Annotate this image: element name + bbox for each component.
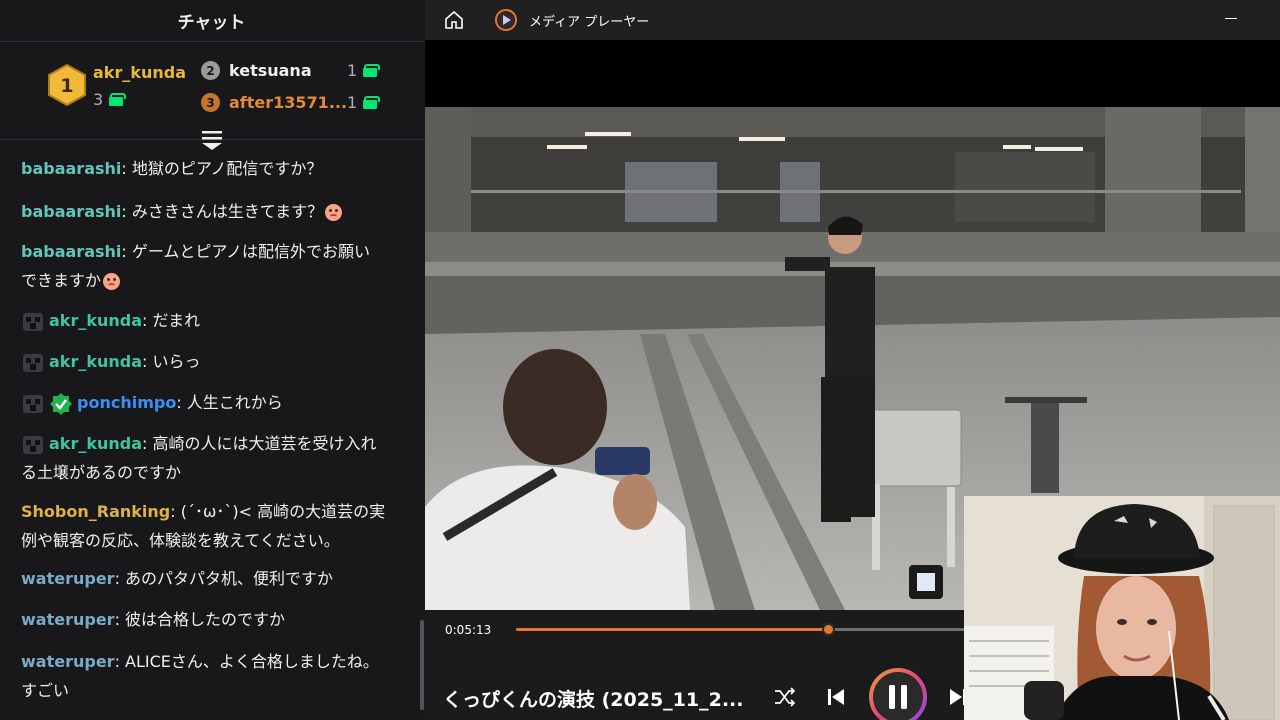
creeper-badge-icon: [23, 394, 43, 413]
chat-message: babaarashi: ゲームとピアノは配信外でお願い できますか: [21, 242, 370, 290]
chat-message: babaarashi: 地獄のピアノ配信ですか？: [21, 159, 323, 178]
chat-message: wateruper: あのパタパタ机、便利ですか: [21, 569, 334, 588]
chat-message: wateruper: 彼は合格したのですか: [21, 610, 286, 629]
previous-icon[interactable]: [825, 686, 847, 708]
chat-username[interactable]: wateruper: [21, 652, 115, 671]
collapse-leaderboard-icon[interactable]: [198, 128, 226, 152]
gift-count-2: 1: [347, 61, 358, 80]
chat-header: チャット: [0, 0, 425, 42]
chat-title: チャット: [177, 13, 246, 33]
chat-username[interactable]: wateruper: [21, 610, 115, 629]
chat-message: wateruper: ALICEさん、よく合格しましたね。 すごい: [21, 652, 379, 700]
chat-username[interactable]: babaarashi: [21, 202, 121, 221]
rank-3-badge-icon: 3: [201, 93, 220, 112]
svg-text:1: 1: [60, 75, 73, 97]
home-icon[interactable]: [444, 10, 464, 30]
chat-text: あのパタパタ机、便利ですか: [125, 569, 334, 588]
chat-scrollbar[interactable]: [420, 620, 424, 710]
leaderboard-count-1: 3: [93, 90, 127, 109]
seek-thumb[interactable]: [821, 623, 835, 636]
chat-username[interactable]: Shobon_Ranking: [21, 502, 170, 521]
minimize-icon[interactable]: [1225, 18, 1237, 19]
gift-count-3: 1: [347, 93, 358, 112]
chat-message: akr_kunda: だまれ: [21, 306, 399, 335]
rank-2-badge-icon: 2: [201, 61, 220, 80]
chat-username[interactable]: wateruper: [21, 569, 115, 588]
gift-leaderboard: 1 akr_kunda 3 2 ketsuana 1 3 after13571.…: [0, 43, 425, 140]
media-title: くっぴくんの演技 (2025_11_2...: [443, 689, 744, 711]
chat-text: (´･ω･`)< 高崎の大道芸の実: [180, 502, 386, 521]
chat-message: akr_kunda: 高崎の人には大道芸を受け入れ る土壌があるのですか: [21, 434, 377, 482]
gift-icon: [109, 93, 127, 106]
chat-username[interactable]: ponchimpo: [77, 393, 176, 412]
chat-text-continued: る土壌があるのですか: [21, 463, 182, 482]
chat-text-continued: できますか: [21, 271, 102, 290]
current-time: 0:05:13: [445, 623, 492, 637]
chat-username[interactable]: babaarashi: [21, 242, 121, 261]
creeper-badge-icon: [23, 435, 43, 454]
chat-username[interactable]: babaarashi: [21, 159, 121, 178]
chat-text: いらっ: [152, 352, 201, 371]
seek-bar-progress: [516, 628, 828, 631]
chat-message: akr_kunda: いらっ: [21, 347, 399, 376]
creeper-badge-icon: [23, 312, 43, 331]
chat-text: 地獄のピアノ配信ですか？: [131, 159, 323, 178]
media-player-icon: [495, 9, 517, 31]
leaderboard-name-1[interactable]: akr_kunda: [93, 63, 186, 82]
gift-icon: [363, 64, 381, 77]
chat-username[interactable]: akr_kunda: [49, 352, 142, 371]
chat-text-continued: 例や観客の反応、体験談を教えてください。: [21, 531, 340, 550]
rank-1-badge-icon: 1: [48, 64, 86, 106]
chat-text: 高崎の人には大道芸を受け入れ: [152, 434, 377, 453]
chat-message: ponchimpo: 人生これから: [21, 388, 399, 417]
chat-username[interactable]: akr_kunda: [49, 434, 142, 453]
chat-text: ALICEさん、よく合格しましたね。: [125, 652, 379, 671]
shuffle-icon[interactable]: [773, 685, 797, 709]
gift-icon: [363, 96, 381, 109]
leaderboard-count-3: 1: [347, 93, 381, 112]
leaderboard-name-3[interactable]: after13571...: [229, 93, 347, 112]
title-bar: メディア プレーヤー: [425, 0, 1280, 40]
chat-text-continued: すごい: [21, 681, 70, 700]
chat-text: みさきさんは生きてます？: [131, 202, 324, 221]
chat-panel: チャット 1 akr_kunda 3 2 ketsuana 1 3 after1…: [0, 0, 425, 720]
pause-icon[interactable]: [868, 667, 928, 720]
chat-message: Shobon_Ranking: (´･ω･`)< 高崎の大道芸の実 例や観客の反…: [21, 502, 386, 550]
chat-text: だまれ: [152, 311, 201, 330]
leaderboard-count-2: 1: [347, 61, 381, 80]
chat-text: 人生これから: [186, 393, 283, 412]
worried-face-emoji-icon: [103, 273, 121, 290]
creeper-badge-icon: [23, 353, 43, 372]
webcam-overlay: [964, 496, 1280, 720]
worried-face-emoji-icon: [325, 204, 343, 221]
leaderboard-name-2[interactable]: ketsuana: [229, 61, 312, 80]
verified-badge-icon: [50, 392, 72, 415]
chat-message: babaarashi: みさきさんは生きてます？: [21, 197, 399, 226]
app-title: メディア プレーヤー: [529, 15, 650, 30]
chat-text: ゲームとピアノは配信外でお願い: [131, 242, 370, 261]
chat-text: 彼は合格したのですか: [125, 610, 286, 629]
chat-username[interactable]: akr_kunda: [49, 311, 142, 330]
gift-count-1: 3: [93, 90, 104, 109]
